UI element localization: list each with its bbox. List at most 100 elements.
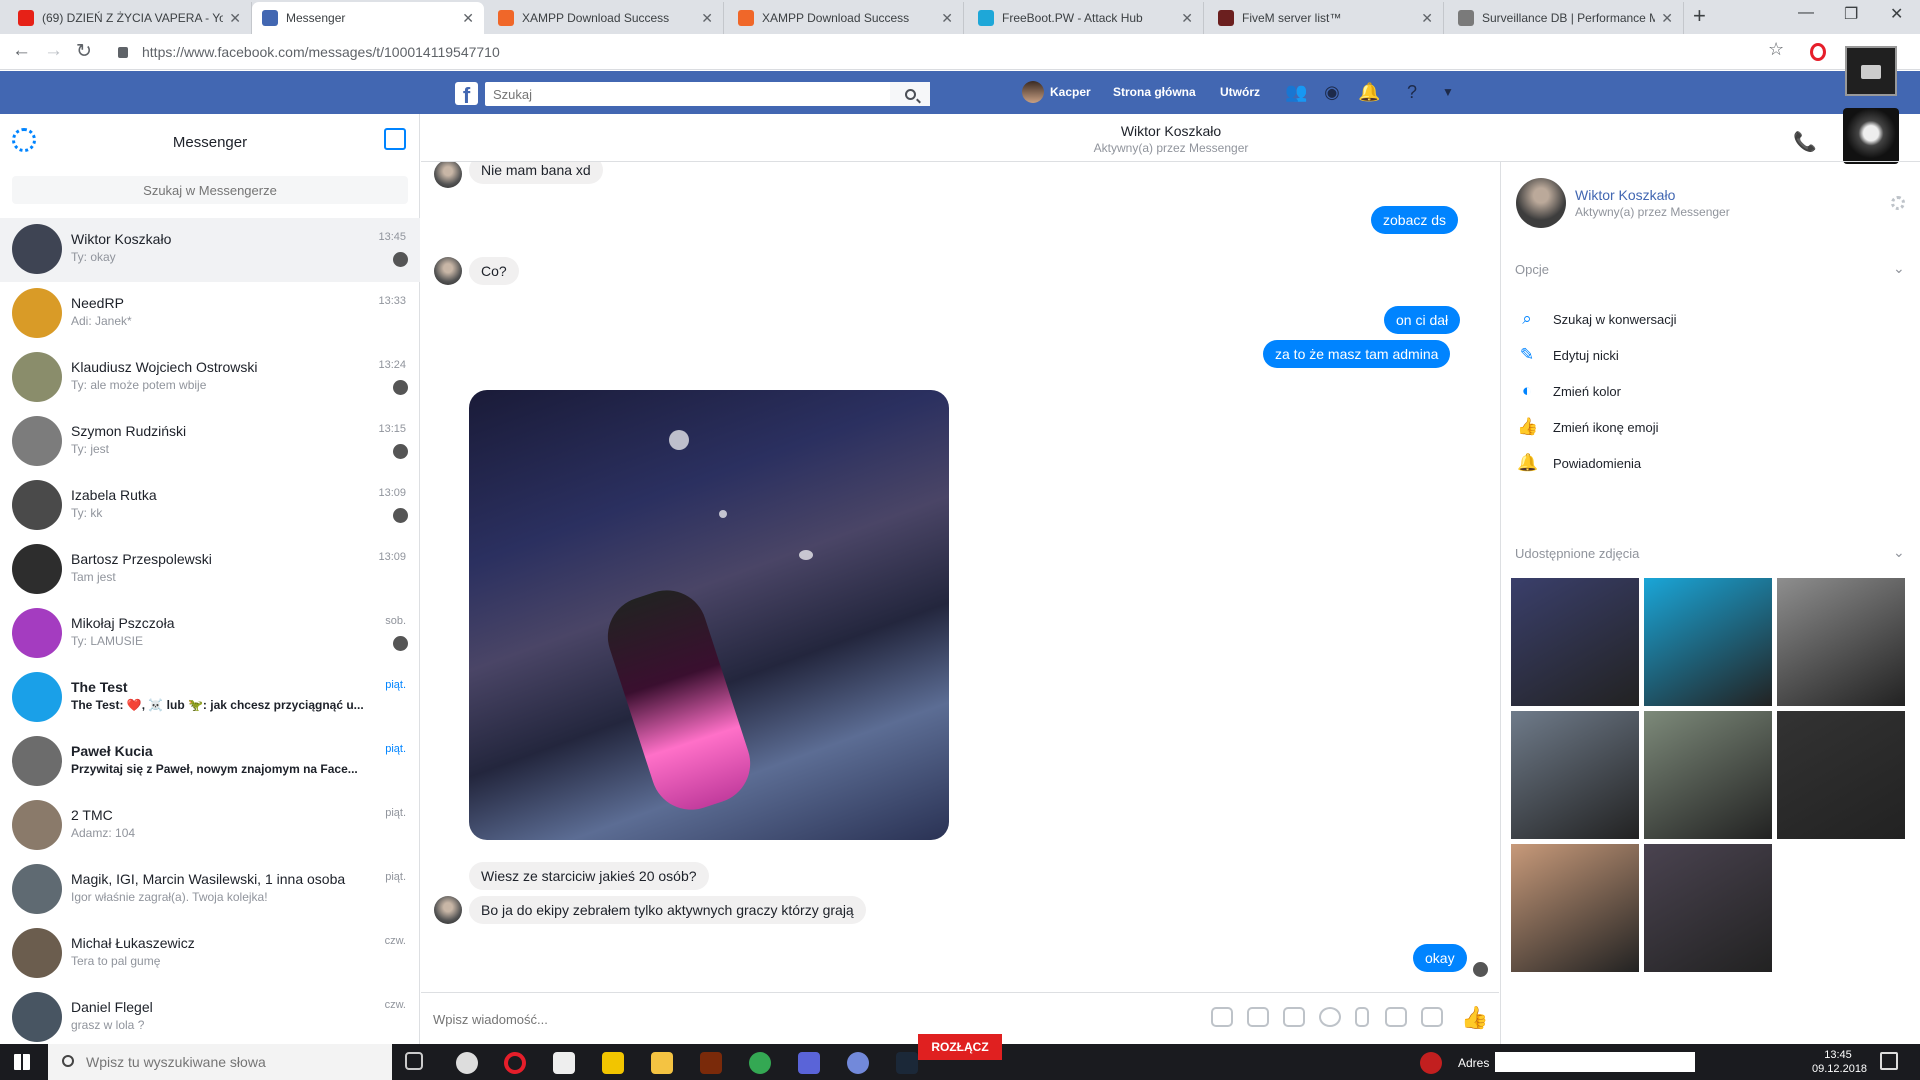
tab-fivem[interactable]: FiveM server list™ ✕ xyxy=(1208,2,1444,34)
discord-icon[interactable] xyxy=(847,1052,869,1074)
facebook-logo-icon[interactable]: f xyxy=(455,82,478,108)
close-tab-icon[interactable]: ✕ xyxy=(229,10,241,27)
shared-photo-thumbnail[interactable] xyxy=(1777,578,1905,706)
conversation-item[interactable]: 2 TMC Adamz: 104 piąt. xyxy=(0,794,420,858)
option-item[interactable]: 👍 Zmień ikonę emoji xyxy=(1517,414,1897,442)
chat-contact-name[interactable]: Wiktor Koszkało xyxy=(421,123,1920,139)
app-icon[interactable] xyxy=(700,1052,722,1074)
message-bubble-incoming[interactable]: Nie mam bana xd xyxy=(469,162,603,184)
create-link[interactable]: Utwórz xyxy=(1220,85,1260,99)
new-tab-icon[interactable]: + xyxy=(1693,3,1706,29)
chevron-down-icon[interactable]: ⌄ xyxy=(1893,544,1905,561)
message-bubble-outgoing[interactable]: zobacz ds xyxy=(1371,206,1459,234)
chevron-down-icon[interactable]: ▼ xyxy=(1438,82,1458,102)
close-tab-icon[interactable]: ✕ xyxy=(462,10,474,27)
conversation-item[interactable]: Wiktor Koszkało Ty: okay 13:45 xyxy=(0,218,420,282)
messenger-icon[interactable]: ◉ xyxy=(1322,82,1342,102)
option-item[interactable]: ◐ Zmień kolor xyxy=(1517,378,1897,406)
tab-messenger[interactable]: Messenger ✕ xyxy=(252,2,484,34)
tab-surveillance[interactable]: Surveillance DB | Performance M ✕ xyxy=(1448,2,1684,34)
shared-photo-thumbnail[interactable] xyxy=(1511,578,1639,706)
close-window-icon[interactable]: ✕ xyxy=(1890,4,1903,24)
phone-icon[interactable]: 📞 xyxy=(1793,130,1817,154)
task-view-icon[interactable] xyxy=(405,1052,423,1070)
game-controller-icon[interactable] xyxy=(1385,1007,1407,1027)
reload-icon[interactable]: ↻ xyxy=(76,40,92,63)
xbox-icon[interactable] xyxy=(456,1052,478,1074)
steam-icon[interactable] xyxy=(896,1052,918,1074)
close-tab-icon[interactable]: ✕ xyxy=(1661,10,1673,27)
minimize-icon[interactable]: — xyxy=(1798,4,1814,22)
conversation-item[interactable]: Izabela Rutka Ty: kk 13:09 xyxy=(0,474,420,538)
conversation-item[interactable]: NeedRP Adi: Janek* 13:33 xyxy=(0,282,420,346)
like-icon[interactable]: 👍 xyxy=(1461,1005,1488,1031)
bookmark-star-icon[interactable]: ☆ xyxy=(1768,39,1784,60)
conversation-item[interactable]: Klaudiusz Wojciech Ostrowski Ty: ale może… xyxy=(0,346,420,410)
message-bubble-incoming[interactable]: Bo ja do ekipy zebrałem tylko aktywnych … xyxy=(469,896,866,924)
shared-photo-thumbnail[interactable] xyxy=(1644,711,1772,839)
facebook-search-input[interactable] xyxy=(485,82,930,106)
home-link[interactable]: Strona główna xyxy=(1113,85,1196,99)
shared-photo-thumbnail[interactable] xyxy=(1644,578,1772,706)
close-tab-icon[interactable]: ✕ xyxy=(1421,10,1433,27)
back-icon[interactable]: ← xyxy=(12,40,31,62)
friend-requests-icon[interactable]: 👥 xyxy=(1285,82,1307,102)
shared-photo-thumbnail[interactable] xyxy=(1777,711,1905,839)
close-tab-icon[interactable]: ✕ xyxy=(701,10,713,27)
user-avatar[interactable] xyxy=(1022,81,1044,103)
shared-photo-thumbnail[interactable] xyxy=(1644,844,1772,972)
store-icon[interactable] xyxy=(602,1052,624,1074)
shared-image[interactable] xyxy=(469,390,949,840)
notifications-icon[interactable]: 🔔 xyxy=(1358,82,1380,102)
shared-photos-title[interactable]: Udostępnione zdjęcia xyxy=(1515,546,1639,561)
sticker-icon[interactable] xyxy=(1247,1007,1269,1027)
emoji-icon[interactable] xyxy=(1319,1007,1341,1027)
facebook-search-button[interactable] xyxy=(890,82,930,106)
shared-photo-thumbnail[interactable] xyxy=(1511,844,1639,972)
help-icon[interactable]: ? xyxy=(1402,82,1422,102)
message-bubble-incoming[interactable]: Co? xyxy=(469,257,519,285)
image-upload-icon[interactable] xyxy=(1211,1007,1233,1027)
conversation-item[interactable]: Magik, IGI, Marcin Wasilewski, 1 inna os… xyxy=(0,858,420,922)
taskbar-search-input[interactable] xyxy=(48,1044,392,1080)
conversation-item[interactable]: Mikołaj Pszczoła Ty: LAMUSIE sob. xyxy=(0,602,420,666)
message-input[interactable] xyxy=(433,1009,1133,1029)
options-section-title[interactable]: Opcje xyxy=(1515,262,1549,277)
conversation-item[interactable]: Bartosz Przespolewski Tam jest 13:09 xyxy=(0,538,420,602)
windows-start-icon[interactable] xyxy=(14,1054,30,1070)
shared-photo-thumbnail[interactable] xyxy=(1511,711,1639,839)
compose-icon[interactable] xyxy=(384,128,406,150)
app-icon[interactable] xyxy=(1420,1052,1442,1074)
restore-icon[interactable]: ❐ xyxy=(1844,4,1858,24)
tab-youtube[interactable]: (69) DZIEŃ Z ŻYCIA VAPERA - Yo ✕ xyxy=(8,2,252,34)
message-bubble-outgoing[interactable]: okay xyxy=(1413,944,1467,972)
option-item[interactable]: ✎ Edytuj nicki xyxy=(1517,342,1897,370)
profile-link[interactable]: Kacper xyxy=(1050,85,1091,99)
conversation-item[interactable]: Szymon Rudziński Ty: jest 13:15 xyxy=(0,410,420,474)
close-tab-icon[interactable]: ✕ xyxy=(1181,10,1193,27)
contact-name-link[interactable]: Wiktor Koszkało xyxy=(1575,187,1675,203)
tab-xampp-2[interactable]: XAMPP Download Success ✕ xyxy=(728,2,964,34)
conversation-item[interactable]: The Test The Test: ❤️, ☠️ lub 🦖: jak chce… xyxy=(0,666,420,730)
chevron-down-icon[interactable]: ⌄ xyxy=(1893,260,1905,277)
messenger-search-input[interactable] xyxy=(12,176,408,204)
message-bubble-outgoing[interactable]: on ci dał xyxy=(1384,306,1461,334)
option-item[interactable]: ⌕ Szukaj w konwersacji xyxy=(1517,306,1897,334)
conversation-item[interactable]: Daniel Flegel grasz w lola ? czw. xyxy=(0,986,420,1050)
message-bubble-incoming[interactable]: Wiesz ze starciciw jakieś 20 osób? xyxy=(469,862,709,890)
settings-gear-icon[interactable] xyxy=(1891,196,1905,210)
app-icon[interactable] xyxy=(553,1052,575,1074)
opera-icon[interactable] xyxy=(504,1052,526,1074)
video-camera-icon[interactable] xyxy=(1845,46,1897,96)
contact-avatar[interactable] xyxy=(1516,178,1566,228)
address-toolbar-input[interactable] xyxy=(1495,1052,1695,1072)
forward-icon[interactable]: → xyxy=(44,40,63,62)
file-explorer-icon[interactable] xyxy=(651,1052,673,1074)
chrome-icon[interactable] xyxy=(749,1052,771,1074)
conversation-item[interactable]: Paweł Kucia Przywitaj się z Paweł, nowym … xyxy=(0,730,420,794)
camera-icon[interactable] xyxy=(1421,1007,1443,1027)
disconnect-button[interactable]: ROZŁĄCZ xyxy=(918,1034,1002,1060)
message-bubble-outgoing[interactable]: za to że masz tam admina xyxy=(1263,340,1451,368)
system-clock[interactable]: 13:45 09.12.2018 xyxy=(1812,1048,1867,1076)
url-field[interactable]: https://www.facebook.com/messages/t/1000… xyxy=(108,38,1788,66)
